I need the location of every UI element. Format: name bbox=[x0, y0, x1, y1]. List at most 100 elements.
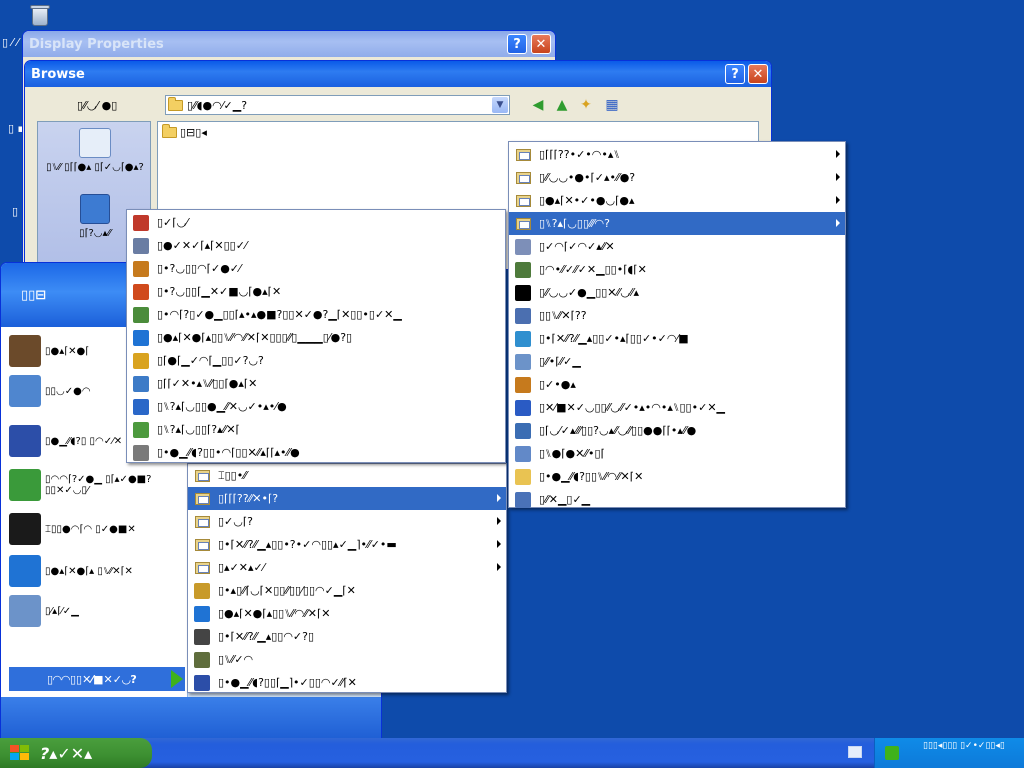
menu-item-label: ▯•●▁⁄⁄◖?▯▯⑊⁄⁄◠⁄⁄✕⌈✕ bbox=[539, 470, 644, 483]
menu-item-label: ▯◠•⁄⁄✓⁄⁄✓✕▁▯▯•⌈◖⌈✕ bbox=[539, 263, 647, 276]
menu-item[interactable]: ▯⌈◡⁄✓▴⁄⁄⁄▯▯?◡▴⁄⁄◡⁄⁄▯▯●●⌈⌈•▴⁄⁄● bbox=[509, 419, 845, 442]
start-button[interactable]: ?▴✓✕▴ bbox=[0, 738, 152, 768]
look-in-combo[interactable]: ▯⁄⁄◖●◠⁄✓▁? ▼ bbox=[165, 95, 510, 115]
submenu-arrow-icon bbox=[497, 494, 501, 502]
system-tray: ▯▯▯◂▯▯▯ ▯✓•✓▯▯◂▯ bbox=[874, 738, 1024, 768]
menu-item[interactable]: ▯✓◡⌈? bbox=[188, 510, 506, 533]
menu-item[interactable]: ▯⁄⁄•⌈⁄⁄✓▁ bbox=[509, 350, 845, 373]
keyboard-icon[interactable] bbox=[848, 746, 862, 758]
close-button[interactable]: ✕ bbox=[748, 64, 768, 84]
menu-item[interactable]: ▯●✓✕✓⌈▴⌈✕▯▯✓⁄ bbox=[127, 234, 505, 257]
close-button[interactable]: ✕ bbox=[531, 34, 551, 54]
submenu-arrow-icon bbox=[497, 540, 501, 548]
menu-item[interactable]: ▯⑊?▴⌈◡▯▯⌈?▴⁄⁄✕⌈ bbox=[127, 418, 505, 441]
new-folder-icon[interactable]: ✦ bbox=[577, 96, 595, 114]
pinned-program-label: ▯◠◠⌈?✓●▁ ▯⌈▴✓●■?▯▯✕✓◡▯⁄ bbox=[45, 474, 152, 496]
menu-item[interactable]: ▯•⌈✕⁄⁄?⁄⁄▁▴▯▯•?•✓◠▯▯▴✓▁⌉•⁄⁄✓•▬ bbox=[188, 533, 506, 556]
views-menu-icon[interactable]: ▦ bbox=[601, 96, 623, 114]
desktop-icon-label[interactable]: ▯ ⁄ ⁄ bbox=[2, 36, 19, 49]
user-name: ▯▯⊟ bbox=[21, 287, 47, 303]
places-label: ▯⌈?◡▴⁄⁄ bbox=[79, 228, 111, 239]
menu-item[interactable]: ▯⑊●⌈●✕⁄⁄•▯⌈ bbox=[509, 442, 845, 465]
up-folder-icon[interactable]: ▲ bbox=[553, 96, 571, 114]
pinned-program-item[interactable]: ⌶▯▯●◠⌈◠ ▯✓●■✕ bbox=[9, 509, 187, 549]
all-programs-button[interactable]: ▯◠◠▯▯✕⁄■✕✓◡? bbox=[9, 667, 185, 691]
menu-item[interactable]: ▯•▴▯⁄⁄⌈◡⌈✕▯▯⁄⁄▯▯⁄▯▯◠✓▁⌈✕ bbox=[188, 579, 506, 602]
menu-item[interactable]: ▯•◠⌈?▯✓●▁▯▯⌈▴•▴●■?▯▯✕✓●?▁⌈✕▯▯•▯✓✕▁ bbox=[127, 303, 505, 326]
menu-item[interactable]: ▯⌈⌈✓✕•▴⑊⁄⁄▯▯⌈●▴⌈✕ bbox=[127, 372, 505, 395]
menu-item-label: ▯▴✓✕▴✓⁄ bbox=[218, 561, 265, 574]
exclamation-icon bbox=[194, 628, 210, 645]
brush-icon bbox=[133, 214, 149, 231]
help-button[interactable]: ? bbox=[725, 64, 745, 84]
menu-item[interactable]: ▯✓◠⌈✓◠✓▴⁄⁄✕ bbox=[509, 235, 845, 258]
menu-item[interactable]: ⌶▯▯•⁄⁄ bbox=[188, 464, 506, 487]
menu-item[interactable]: ▯•●▁⁄⁄◖?▯▯⌈▁⌉•✓▯▯◠✓⁄⁄⌈✕ bbox=[188, 671, 506, 694]
menu-item-label: ▯⑊●⌈●✕⁄⁄•▯⌈ bbox=[539, 447, 605, 460]
menu-item[interactable]: ▯•⌈✕⁄⁄?⁄⁄▁▴▯▯◠✓?▯ bbox=[188, 625, 506, 648]
recycle-bin-icon[interactable] bbox=[28, 2, 52, 28]
scanner-icon bbox=[133, 237, 149, 254]
menu-item[interactable]: ▯•?◡▯▯⌈▁✕✓■◡⌈●▴⌈✕ bbox=[127, 280, 505, 303]
menu-item-label: ▯●▴⌈✕●⌈▴▯▯⑊⁄⁄◠⁄⁄✕⌈✕▯▯▯⁄⁄▯▁▁▁▯⁄●?▯ bbox=[157, 331, 353, 344]
taskbar: ?▴✓✕▴ ▯▯▯◂▯▯▯ ▯✓•✓▯▯◂▯ bbox=[0, 738, 1024, 768]
menu-item[interactable]: ▯▯⑊⁄⁄✕⌈?? bbox=[509, 304, 845, 327]
all-programs-menu: ⌶▯▯•⁄⁄ ▯⌈⌈⌈??⁄⁄✕•⌈? ▯✓◡⌈? ▯•⌈✕⁄⁄?⁄⁄▁▴▯▯•?•✓… bbox=[187, 463, 507, 693]
menu-item[interactable]: ▯◠•⁄⁄✓⁄⁄✓✕▁▯▯•⌈◖⌈✕ bbox=[509, 258, 845, 281]
pinned-program-item[interactable]: ▯⁄▴⌈⁄✓▁ bbox=[9, 591, 187, 631]
file-item[interactable]: ▯⊟▯◂ bbox=[162, 124, 207, 139]
menu-item[interactable]: ▯•?◡▯▯◠⌈✓●✓⁄ bbox=[127, 257, 505, 280]
windows-icon bbox=[133, 283, 149, 300]
menu-item[interactable]: ▯⁄⁄◡◡•●•⌈✓▴•⁄⁄●? bbox=[509, 166, 845, 189]
menu-item[interactable]: ▯•⌈✕⁄⁄?⁄⁄▁▴▯▯✓•▴⌈▯▯✓•✓◠⁄■ bbox=[509, 327, 845, 350]
accessories-menu: ▯⌈⌈⌈??•✓•◠•▴⑊ ▯⁄⁄◡◡•●•⌈✓▴•⁄⁄●? ▯●▴⌈✕•✓•●◡⌈… bbox=[508, 141, 846, 508]
pinned-program-item[interactable]: ▯◠◠⌈?✓●▁ ▯⌈▴✓●■?▯▯✕✓◡▯⁄ bbox=[9, 465, 187, 505]
chevron-down-icon[interactable]: ▼ bbox=[492, 97, 508, 113]
menu-item[interactable]: ▯•●▁⁄⁄◖?▯▯⑊⁄⁄◠⁄⁄✕⌈✕ bbox=[509, 465, 845, 488]
menu-item[interactable]: ▯●▴⌈✕●⌈▴▯▯⑊⁄⁄◠⁄⁄✕⌈✕ bbox=[188, 602, 506, 625]
places-item[interactable]: ▯⑊⁄⁄ ▯⌈⌈●▴ ▯⌈✓◡⌈●▴? bbox=[38, 128, 152, 173]
submenu-arrow-icon bbox=[497, 517, 501, 525]
internet-explorer-icon bbox=[194, 605, 210, 622]
menu-item-label: ▯•◠⌈?▯✓●▁▯▯⌈▴•▴●■?▯▯✕✓●?▁⌈✕▯▯•▯✓✕▁ bbox=[157, 308, 402, 321]
menu-item[interactable]: ▯⑊?▴⌈◡▯▯●▁⁄⁄✕◡✓•▴•⁄● bbox=[127, 395, 505, 418]
menu-item[interactable]: ▯✕⁄■✕✓◡▯▯⁄⁄◡⁄⁄✓•▴•◠•▴⑊▯▯•✓✕▁ bbox=[509, 396, 845, 419]
submenu-arrow-icon bbox=[836, 219, 840, 227]
menu-item[interactable]: ▯⁄⁄✕▁▯✓▁ bbox=[509, 488, 845, 511]
pinned-program-label: ▯▯◡✓●◠ bbox=[45, 385, 91, 397]
network-tray-icon[interactable] bbox=[885, 746, 899, 760]
menu-item[interactable]: ▯⌈●⌈▁✓◠⌈▁▯▯✓?◡? bbox=[127, 349, 505, 372]
menu-item[interactable]: ▯⌈⌈⌈??•✓•◠•▴⑊ bbox=[509, 143, 845, 166]
pinned-program-item[interactable]: ▯●▴⌈✕●⌈▴ ▯⑊⁄⁄✕⌈✕ bbox=[9, 551, 187, 591]
program-folder-icon bbox=[194, 514, 210, 530]
pinned-program-label: ⌶▯▯●◠⌈◠ ▯✓●■✕ bbox=[45, 523, 136, 535]
back-icon[interactable]: ◀ bbox=[529, 96, 547, 114]
menu-item[interactable]: ▯⑊⁄⁄✓◠ bbox=[188, 648, 506, 671]
menu-item[interactable]: ▯⌈⌈⌈??⁄⁄✕•⌈? bbox=[188, 487, 506, 510]
submenu-arrow-icon bbox=[497, 563, 501, 571]
menu-item[interactable]: ▯•●▁⁄⁄◖?▯▯•◠⌈▯▯✕⁄⁄▴⌈⌈▴•⁄⁄● bbox=[127, 441, 505, 464]
menu-item[interactable]: ▯✓•●▴ bbox=[509, 373, 845, 396]
browse-titlebar[interactable]: Browse ? ✕ bbox=[25, 61, 771, 87]
help-button[interactable]: ? bbox=[507, 34, 527, 54]
menu-item-label: ▯•●▁⁄⁄◖?▯▯⌈▁⌉•✓▯▯◠✓⁄⁄⌈✕ bbox=[218, 676, 357, 689]
display-properties-titlebar[interactable]: Display Properties ? ✕ bbox=[23, 31, 555, 57]
program-folder-icon bbox=[194, 468, 210, 484]
menu-item[interactable]: ▯✓⌈◡⁄ bbox=[127, 211, 505, 234]
menu-item-label: ▯⑊?▴⌈◡▯▯●▁⁄⁄✕◡✓•▴•⁄● bbox=[157, 400, 287, 413]
menu-item[interactable]: ▯●▴⌈✕•✓•●◡⌈●▴ bbox=[509, 189, 845, 212]
menu-item[interactable]: ▯▴✓✕▴✓⁄ bbox=[188, 556, 506, 579]
notepad-icon bbox=[515, 353, 531, 370]
network-setup-icon bbox=[133, 306, 149, 323]
menu-item[interactable]: ▯⁄⁄◡◡✓●▁▯▯✕⁄⁄◡⁄⁄▴ bbox=[509, 281, 845, 304]
help-icon bbox=[515, 399, 531, 416]
submenu-arrow-icon bbox=[836, 173, 840, 181]
menu-item-label: ▯•⌈✕⁄⁄?⁄⁄▁▴▯▯✓•▴⌈▯▯✓•✓◠⁄■ bbox=[539, 332, 689, 345]
dog-icon bbox=[194, 582, 210, 599]
media-player-icon bbox=[194, 674, 210, 691]
menu-item[interactable]: ▯●▴⌈✕●⌈▴▯▯⑊⁄⁄◠⁄⁄✕⌈✕▯▯▯⁄⁄▯▁▁▁▯⁄●?▯ bbox=[127, 326, 505, 349]
windows-logo-icon bbox=[10, 745, 30, 761]
file-item-label: ▯⊟▯◂ bbox=[180, 126, 207, 139]
menu-item[interactable]: ▯⑊?▴⌈◡▯▯⁄⁄⁄◠? bbox=[509, 212, 845, 235]
arrow-right-icon bbox=[171, 670, 183, 688]
